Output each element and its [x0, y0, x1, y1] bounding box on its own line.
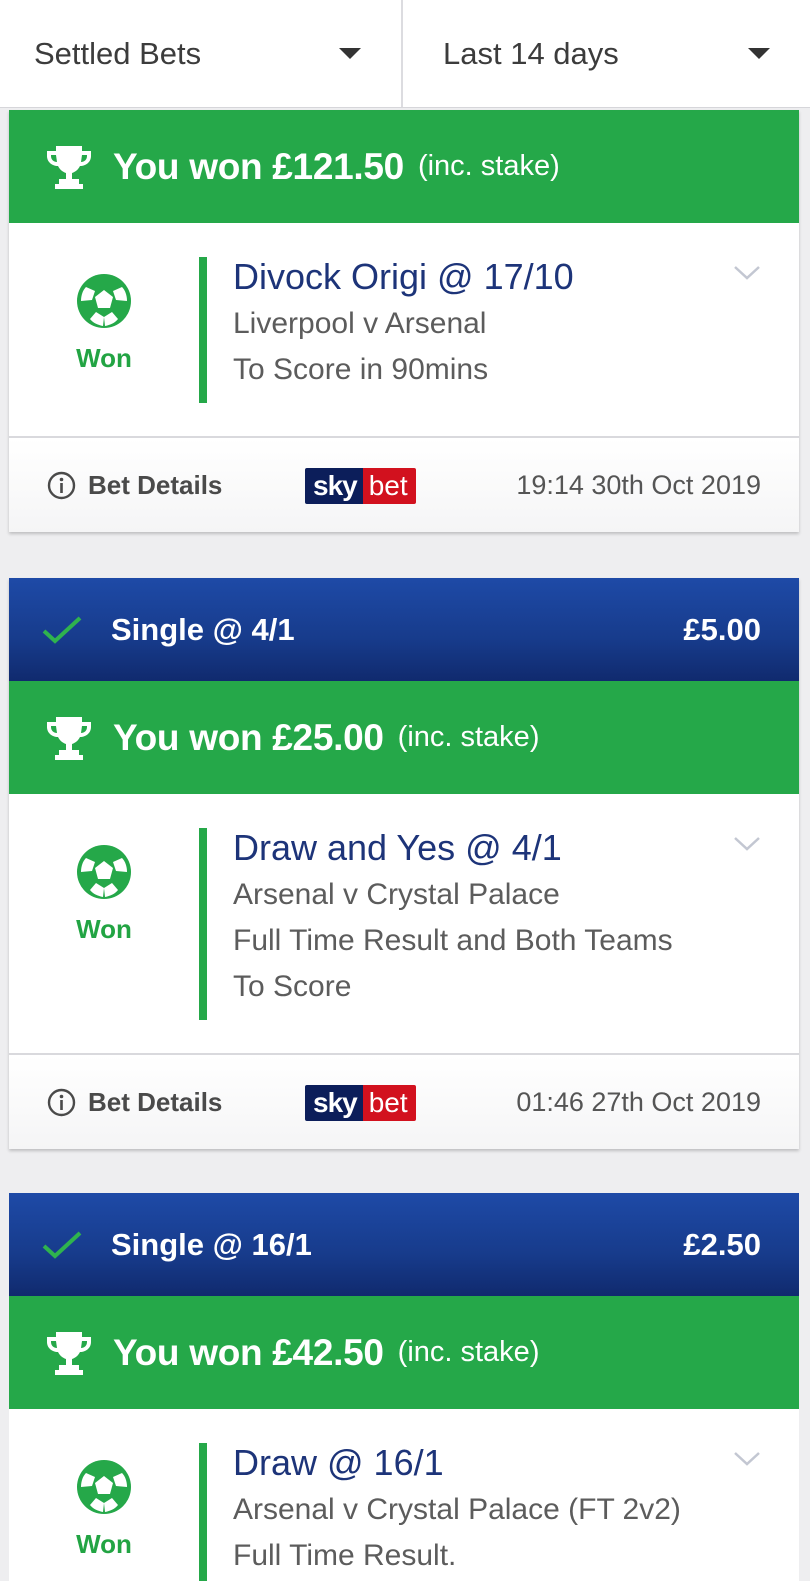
win-note: (inc. stake) [417, 150, 560, 182]
bet-card: Single @ 4/1 £5.00 You won £25.00 (inc. … [9, 578, 799, 1149]
check-icon [42, 616, 82, 644]
event-name: Arsenal v Crystal Palace (FT 2v2) [233, 1493, 681, 1526]
trophy-icon [47, 145, 91, 189]
caret-down-icon [339, 48, 361, 59]
caret-down-icon [748, 48, 770, 59]
bet-details-label: Bet Details [88, 469, 223, 500]
win-banner: You won £42.50 (inc. stake) [9, 1296, 799, 1409]
football-icon [77, 1460, 131, 1514]
bet-status: Won [76, 343, 132, 373]
period-filter-label: Last 14 days [443, 35, 619, 71]
event-name: Liverpool v Arsenal [233, 307, 487, 340]
win-amount: You won £121.50 [113, 145, 404, 187]
chevron-down-icon[interactable] [733, 1451, 761, 1467]
event-name: Arsenal v Crystal Palace [233, 878, 560, 911]
logo-sky-text: sky [305, 468, 363, 504]
selection-row[interactable]: Won Divock Origi @ 17/10 Liverpool v Ars… [9, 223, 799, 436]
selection-info: Draw @ 16/1 Arsenal v Crystal Palace (FT… [207, 1409, 799, 1581]
status-filter-label: Settled Bets [34, 35, 202, 71]
market-line: Full Time Result. [233, 1539, 457, 1572]
selection-accent-bar [199, 1443, 207, 1581]
win-note: (inc. stake) [397, 721, 540, 753]
bet-header: Single @ 4/1 £5.00 [9, 578, 799, 681]
selection-accent-bar [199, 257, 207, 403]
market-line: To Score [233, 970, 352, 1003]
selection-info: Draw and Yes @ 4/1 Arsenal v Crystal Pal… [207, 794, 799, 1053]
selection-info: Divock Origi @ 17/10 Liverpool v Arsenal… [207, 223, 799, 436]
status-column: Won [9, 223, 199, 436]
selection-title: Draw @ 16/1 [233, 1442, 444, 1483]
bet-timestamp: 01:46 27th Oct 2019 [516, 1086, 761, 1117]
chevron-down-icon[interactable] [733, 836, 761, 852]
bet-card: You won £121.50 (inc. stake) Won Divock … [9, 110, 799, 532]
trophy-icon [47, 716, 91, 760]
logo-sky-text: sky [305, 1085, 363, 1121]
info-icon [47, 471, 76, 499]
bet-type: Single @ 16/1 [111, 1226, 312, 1262]
win-banner: You won £25.00 (inc. stake) [9, 681, 799, 794]
period-filter-dropdown[interactable]: Last 14 days [401, 0, 810, 107]
football-icon [77, 274, 131, 328]
bet-stake: £2.50 [683, 1226, 761, 1262]
selection-row[interactable]: Won Draw @ 16/1 Arsenal v Crystal Palace… [9, 1409, 799, 1581]
check-icon [42, 1231, 82, 1259]
win-amount: You won £25.00 [113, 716, 384, 758]
selection-accent-bar [199, 828, 207, 1020]
card-footer: Bet Details sky bet 01:46 27th Oct 2019 [9, 1053, 799, 1149]
chevron-down-icon[interactable] [733, 265, 761, 281]
bet-details-link[interactable]: Bet Details [47, 470, 222, 501]
card-footer: Bet Details sky bet 19:14 30th Oct 2019 [9, 436, 799, 532]
info-icon [47, 1088, 76, 1116]
status-column: Won [9, 794, 199, 1053]
bet-stake: £5.00 [683, 611, 761, 647]
bet-timestamp: 19:14 30th Oct 2019 [516, 469, 761, 500]
bet-status: Won [76, 914, 132, 944]
logo-bet-text: bet [362, 468, 416, 504]
bet-details-link[interactable]: Bet Details [47, 1087, 222, 1118]
bet-status: Won [76, 1529, 132, 1559]
selection-row[interactable]: Won Draw and Yes @ 4/1 Arsenal v Crystal… [9, 794, 799, 1053]
logo-bet-text: bet [362, 1085, 416, 1121]
bet-type: Single @ 4/1 [111, 611, 295, 647]
selection-title: Divock Origi @ 17/10 [233, 256, 574, 297]
win-note: (inc. stake) [397, 1336, 540, 1368]
bet-header: Single @ 16/1 £2.50 [9, 1193, 799, 1296]
bet-details-label: Bet Details [88, 1086, 223, 1117]
bet-card: Single @ 16/1 £2.50 You won £42.50 (inc.… [9, 1193, 799, 1581]
football-icon [77, 845, 131, 899]
filter-bar: Settled Bets Last 14 days [0, 0, 810, 108]
skybet-logo: sky bet [305, 468, 416, 504]
status-column: Won [9, 1409, 199, 1581]
status-filter-dropdown[interactable]: Settled Bets [0, 0, 401, 107]
skybet-logo: sky bet [305, 1085, 416, 1121]
win-banner: You won £121.50 (inc. stake) [9, 110, 799, 223]
market-line: To Score in 90mins [233, 353, 489, 386]
win-amount: You won £42.50 [113, 1331, 384, 1373]
selection-title: Draw and Yes @ 4/1 [233, 827, 562, 868]
market-line: Full Time Result and Both Teams [233, 924, 673, 957]
trophy-icon [47, 1331, 91, 1375]
